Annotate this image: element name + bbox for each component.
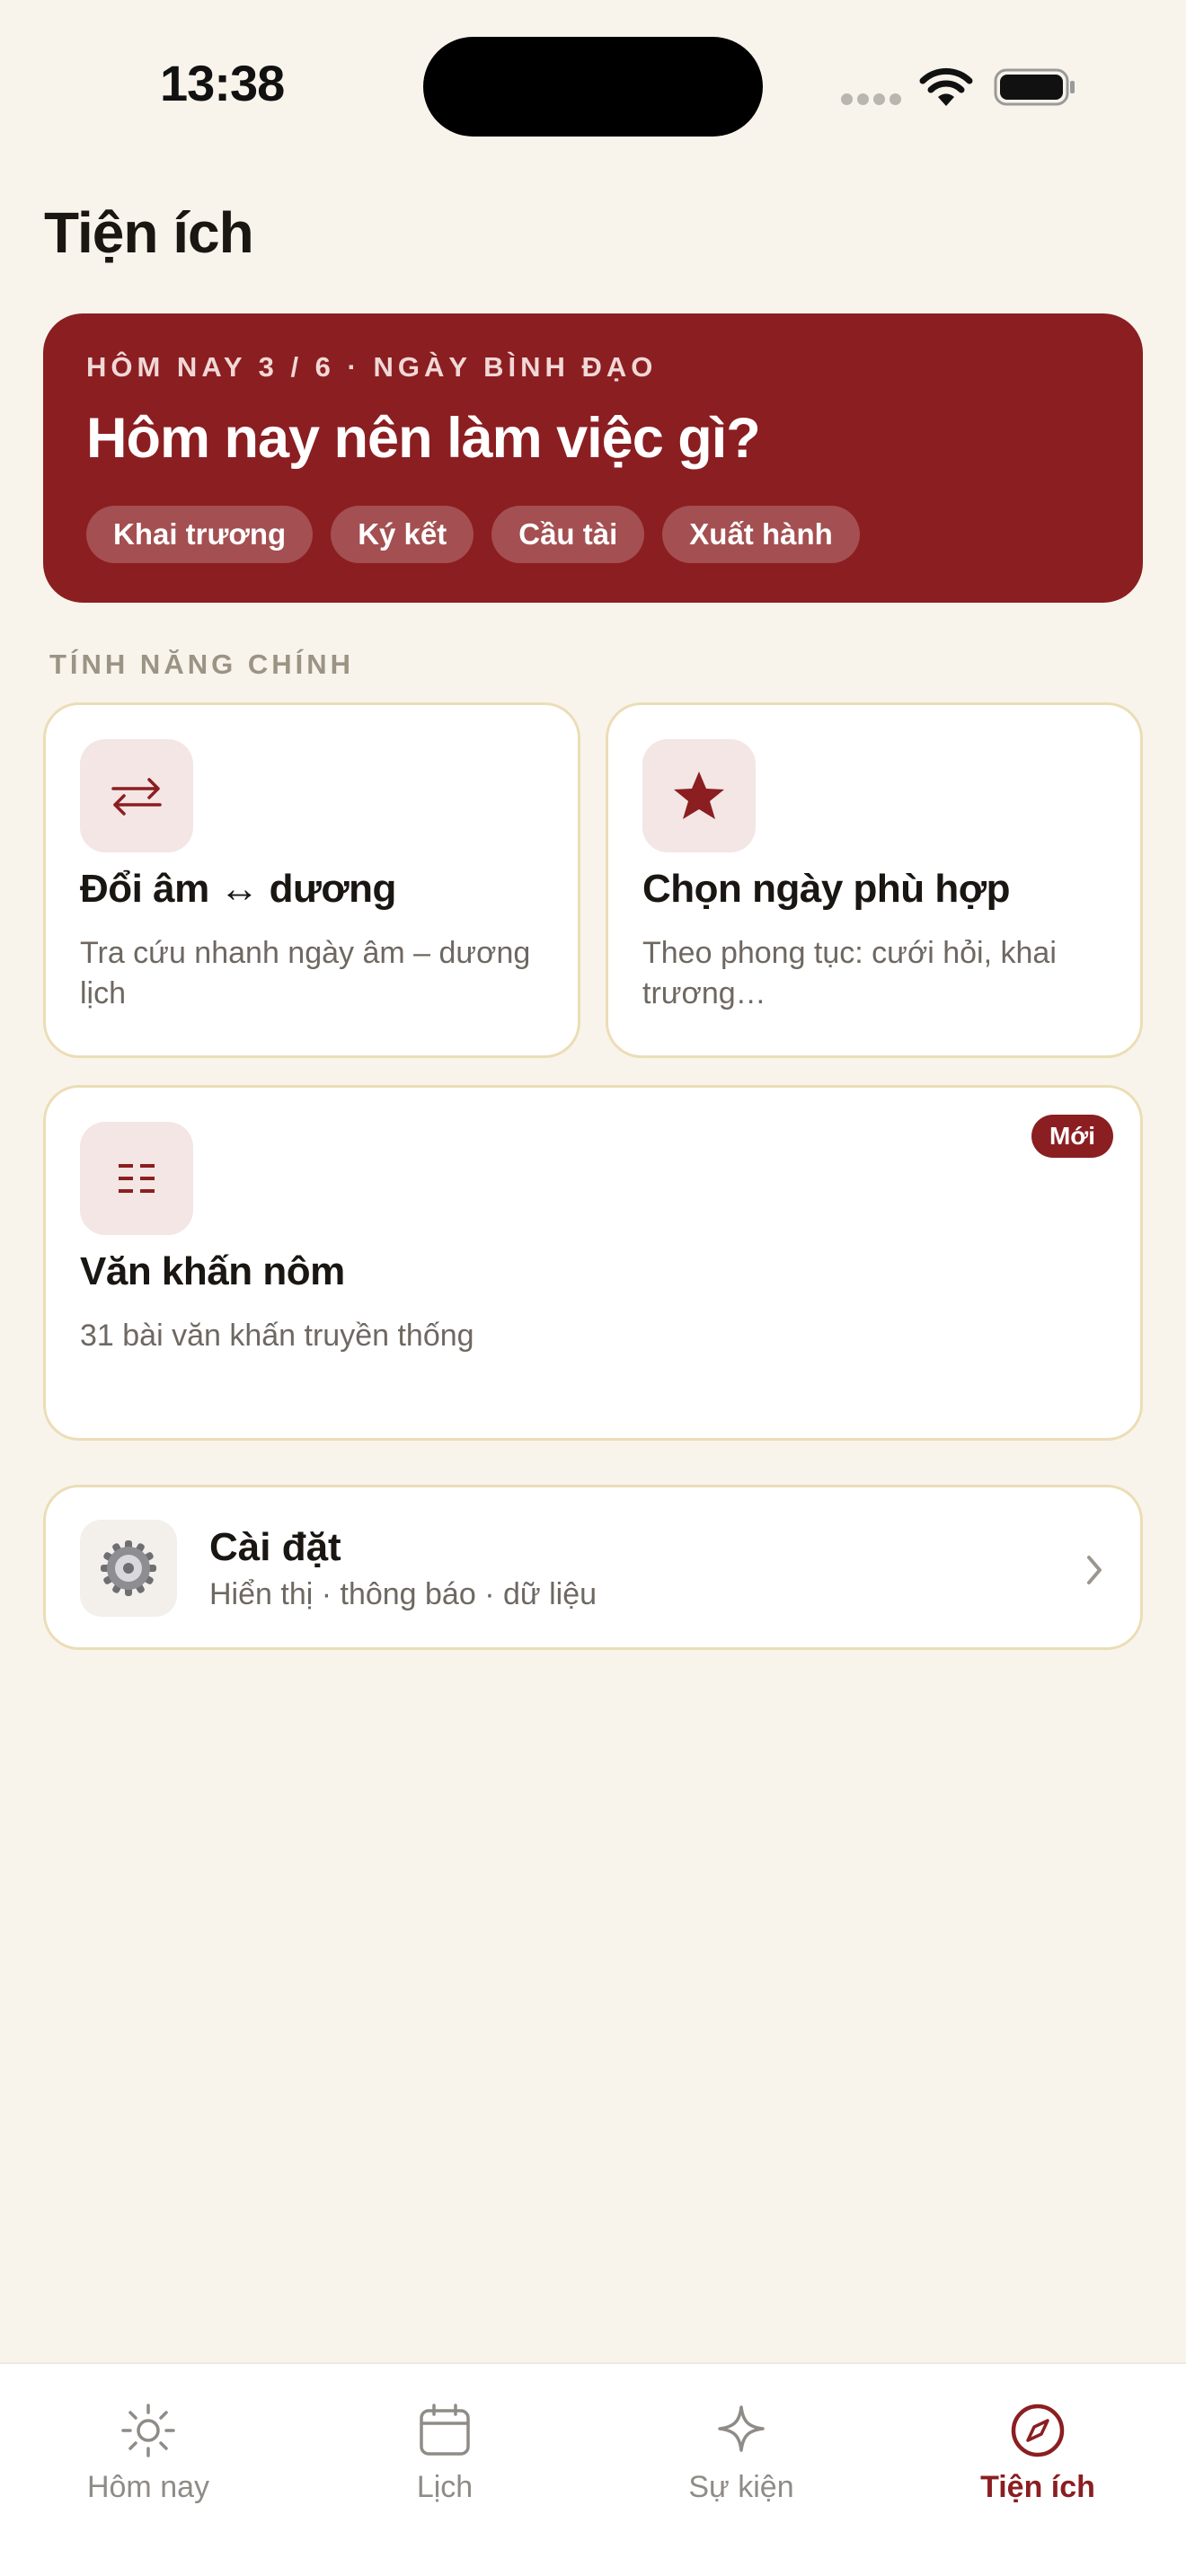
new-badge: Mới xyxy=(1031,1115,1113,1158)
status-time: 13:38 xyxy=(160,55,285,111)
today-date-label: HÔM NAY 3 / 6 · NGÀY BÌNH ĐẠO xyxy=(86,351,658,383)
page-title: Tiện ích xyxy=(44,200,254,265)
swap-arrows-icon xyxy=(80,739,193,852)
dynamic-island xyxy=(423,37,763,137)
tab-today[interactable]: Hôm nay xyxy=(0,2364,296,2576)
tab-events[interactable]: Sự kiện xyxy=(593,2364,890,2576)
settings-title: Cài đặt xyxy=(209,1525,341,1569)
tab-utilities[interactable]: Tiện ích xyxy=(890,2364,1186,2576)
cellular-signal-icon xyxy=(841,93,901,105)
feature-card-lunar-converter[interactable]: Đổi âm ↔ dương Tra cứu nhanh ngày âm – d… xyxy=(43,702,580,1058)
feature-title: Văn khấn nôm xyxy=(80,1249,345,1293)
activity-tags: Khai trương Ký kết Cầu tài Xuất hành xyxy=(86,506,860,563)
section-label: TÍNH NĂNG CHÍNH xyxy=(49,648,354,680)
screen: 13:38 Tiện ích HÔM NAY 3 / 6 · NGÀY BÌNH… xyxy=(0,0,1186,2576)
feature-description: Theo phong tục: cưới hỏi, khai trương… xyxy=(642,936,1057,1010)
tab-label: Lịch xyxy=(416,2470,474,2504)
activity-tag[interactable]: Ký kết xyxy=(331,506,474,563)
feature-card-prayers[interactable]: Mới Văn khấn nôm 31 bài văn khấn truyền … xyxy=(43,1085,1143,1441)
sun-icon xyxy=(121,2404,175,2457)
star-icon xyxy=(642,739,756,852)
battery-icon xyxy=(994,68,1075,106)
feature-title: Đổi âm ↔ dương xyxy=(80,867,396,911)
compass-icon xyxy=(1011,2404,1065,2457)
settings-row[interactable]: Cài đặt Hiển thị · thông báo · dữ liệu xyxy=(43,1485,1143,1650)
gear-icon xyxy=(80,1520,177,1617)
wifi-icon xyxy=(919,67,973,106)
today-recommendation-card[interactable]: HÔM NAY 3 / 6 · NGÀY BÌNH ĐẠO Hôm nay nê… xyxy=(43,313,1143,603)
today-question: Hôm nay nên làm việc gì? xyxy=(86,407,761,470)
list-grid-icon xyxy=(80,1122,193,1235)
calendar-icon xyxy=(420,2404,470,2456)
tab-label: Tiện ích xyxy=(980,2470,1095,2504)
feature-title: Chọn ngày phù hợp xyxy=(642,867,1010,911)
feature-description: 31 bài văn khấn truyền thống xyxy=(80,1319,474,1353)
activity-tag[interactable]: Cầu tài xyxy=(491,506,645,563)
settings-subtitle: Hiển thị · thông báo · dữ liệu xyxy=(209,1577,597,1611)
feature-description: Tra cứu nhanh ngày âm – dương lịch xyxy=(80,936,531,1010)
tab-bar: Hôm nay Lịch Sự kiện Tiện ích xyxy=(0,2362,1186,2576)
activity-tag[interactable]: Xuất hành xyxy=(662,506,860,563)
feature-card-good-day-picker[interactable]: Chọn ngày phù hợp Theo phong tục: cưới h… xyxy=(606,702,1143,1058)
tab-label: Hôm nay xyxy=(86,2470,210,2504)
chevron-right-icon xyxy=(1087,1556,1102,1584)
sparkle-icon xyxy=(718,2405,765,2452)
tab-label: Sự kiện xyxy=(688,2470,794,2504)
activity-tag[interactable]: Khai trương xyxy=(86,506,314,563)
tab-calendar[interactable]: Lịch xyxy=(296,2364,593,2576)
